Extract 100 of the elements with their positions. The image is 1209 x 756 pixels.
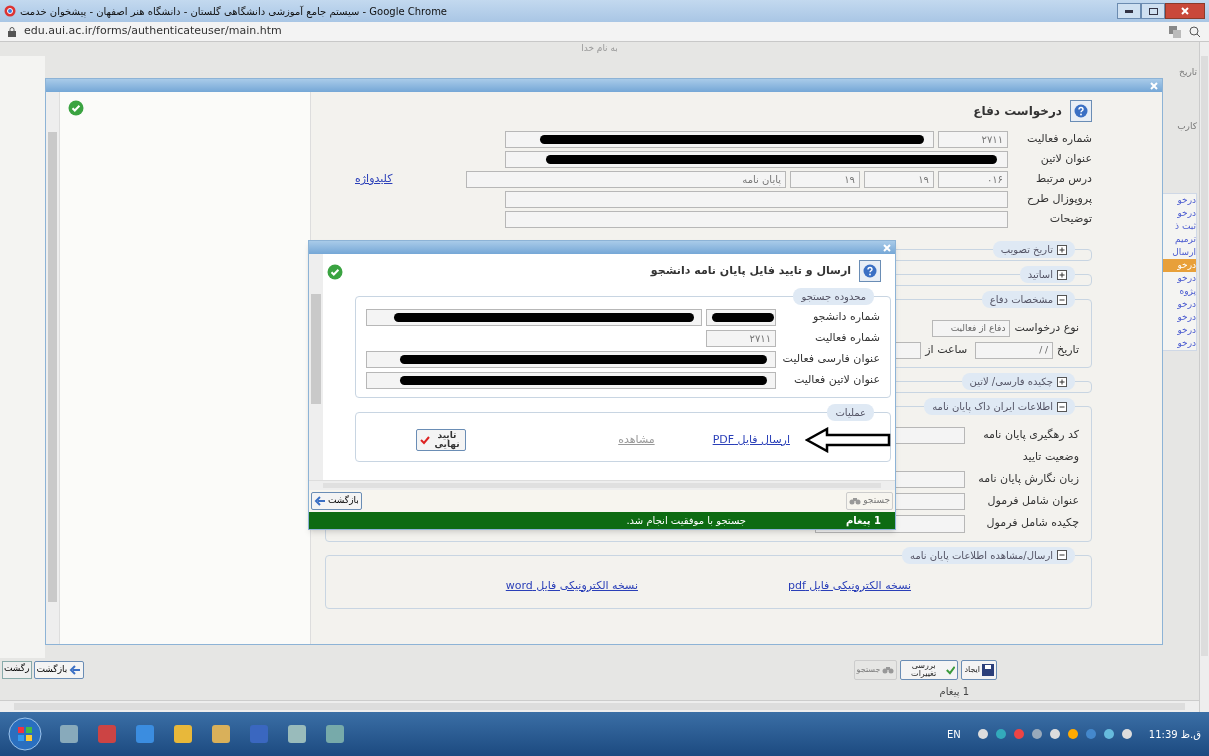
collapse-icon[interactable] bbox=[1057, 550, 1067, 560]
input-field[interactable]: دفاع از فعالیت bbox=[932, 320, 1011, 337]
field-label: عنوان لاتین فعالیت bbox=[792, 372, 880, 389]
section-title[interactable]: چکیده فارسی/ لاتین bbox=[969, 374, 1053, 389]
minimize-icon bbox=[1125, 9, 1133, 13]
section-title: عملیات bbox=[835, 406, 866, 420]
taskbar-app-icon[interactable] bbox=[210, 723, 232, 745]
page-header: به نام خدا bbox=[581, 42, 618, 56]
upload-pdf-link[interactable]: ارسال فایل PDF bbox=[712, 431, 790, 449]
collapse-icon[interactable] bbox=[1057, 401, 1067, 412]
expand-icon[interactable] bbox=[1057, 269, 1067, 280]
minimize-button[interactable] bbox=[1117, 3, 1141, 19]
close-button[interactable] bbox=[1165, 3, 1205, 19]
taskbar-app-icon[interactable] bbox=[58, 723, 80, 745]
binoculars-icon bbox=[882, 665, 895, 675]
window-title: سیستم جامع آموزشی دانشگاهی گلستان - دانشگاه هنر اصفهان - پیشخوان خدمت - Google Chrome bbox=[20, 4, 448, 19]
tray-icon[interactable] bbox=[1102, 728, 1115, 740]
help-icon[interactable] bbox=[1070, 100, 1092, 122]
close-icon[interactable] bbox=[1150, 81, 1158, 90]
field-label: توضیحات bbox=[1048, 211, 1092, 228]
message-count: 1 پیغام bbox=[939, 684, 969, 699]
field-label: چکیده شامل فرمول bbox=[985, 515, 1079, 532]
back-arrow-icon bbox=[69, 664, 82, 676]
url-text[interactable]: edu.aui.ac.ir/forms/authenticateuser/main.htm bbox=[24, 23, 282, 40]
expand-icon[interactable] bbox=[1057, 244, 1067, 255]
field-label: شماره فعالیت bbox=[814, 330, 880, 347]
input-field[interactable]: / / bbox=[975, 342, 1054, 359]
clock[interactable]: 11:39 ق.ظ bbox=[1148, 726, 1201, 742]
section-title: محدوده جستجو bbox=[801, 290, 866, 304]
dialog-heading: ارسال و تایید فایل پایان نامه دانشجو bbox=[650, 262, 851, 279]
message-count: 1 پیغام bbox=[846, 514, 881, 528]
section-title[interactable]: اساتید bbox=[1027, 267, 1053, 282]
success-check-icon bbox=[327, 264, 343, 280]
input-field[interactable] bbox=[706, 309, 776, 326]
side-label: تاریخ bbox=[1178, 66, 1197, 79]
taskbar-app-icon[interactable] bbox=[172, 723, 194, 745]
back-arrow-icon bbox=[314, 495, 326, 507]
start-button-icon[interactable] bbox=[8, 717, 42, 751]
field-label: عنوان فارسی فعالیت bbox=[781, 351, 880, 368]
field-label: ساعت از bbox=[925, 342, 968, 359]
close-icon[interactable] bbox=[883, 243, 891, 252]
field-label: عنوان لاتین bbox=[1039, 151, 1092, 168]
input-field[interactable]: ۰۱۶ bbox=[938, 171, 1008, 188]
tray-icon[interactable] bbox=[994, 728, 1007, 740]
field-label: نوع درخواست bbox=[1014, 320, 1079, 337]
tray-icon[interactable] bbox=[1048, 728, 1061, 740]
input-field[interactable] bbox=[505, 131, 934, 148]
language-indicator[interactable]: EN bbox=[947, 726, 961, 742]
collapse-icon[interactable] bbox=[1057, 294, 1067, 305]
expand-icon[interactable] bbox=[1057, 376, 1067, 387]
field-label: پروپوزال طرح bbox=[1026, 191, 1092, 208]
input-field[interactable]: ۲۷۱۱ bbox=[938, 131, 1008, 148]
side-label: کارب bbox=[1176, 119, 1197, 133]
keyword-link[interactable]: کلیدواژه bbox=[355, 171, 393, 188]
tray-icon[interactable] bbox=[1120, 728, 1133, 740]
dialog-heading: درخواست دفاع bbox=[973, 103, 1062, 120]
back-button[interactable]: بازگشت bbox=[311, 492, 362, 510]
checkmark-icon bbox=[945, 664, 956, 676]
maximize-button[interactable] bbox=[1141, 3, 1165, 19]
input-field[interactable] bbox=[366, 372, 776, 389]
taskbar-app-icon[interactable] bbox=[286, 723, 308, 745]
input-field[interactable] bbox=[505, 191, 1008, 208]
section-title[interactable]: تاریخ تصویب bbox=[1000, 242, 1053, 257]
field-label: شماره فعالیت bbox=[1026, 131, 1092, 148]
toolbar-button[interactable]: بررسی تغییرات bbox=[900, 660, 959, 680]
taskbar-app-icon[interactable] bbox=[324, 723, 346, 745]
input-field[interactable]: ۱۹ bbox=[864, 171, 934, 188]
tray-icon[interactable] bbox=[1066, 728, 1079, 740]
checkmark-icon bbox=[420, 435, 430, 445]
file-link[interactable]: نسخه الکترونیکی فایل word bbox=[505, 577, 638, 594]
field-label: عنوان شامل فرمول bbox=[986, 492, 1079, 509]
scrollbar[interactable] bbox=[311, 294, 321, 404]
input-field[interactable] bbox=[505, 151, 1008, 168]
toolbar-button[interactable]: ایجاد bbox=[961, 660, 997, 680]
tray-icon[interactable] bbox=[1030, 728, 1043, 740]
input-field[interactable] bbox=[505, 211, 1008, 228]
section-title[interactable]: مشخصات دفاع bbox=[989, 292, 1053, 307]
field-label: کد رهگیری پایان نامه bbox=[982, 427, 1079, 444]
input-field[interactable] bbox=[366, 309, 702, 326]
maximize-icon bbox=[1148, 7, 1158, 15]
confirm-button[interactable]: تایید نهایی bbox=[416, 429, 466, 451]
input-field[interactable]: ۱۹ bbox=[790, 171, 860, 188]
back-button[interactable]: بازگشت bbox=[33, 661, 85, 679]
input-field[interactable] bbox=[366, 351, 776, 368]
tray-icon[interactable] bbox=[976, 728, 989, 740]
section-title[interactable]: ارسال/مشاهده اطلاعات پایان نامه bbox=[910, 547, 1053, 563]
close-icon bbox=[1181, 7, 1189, 15]
input-field[interactable]: ۲۷۱۱ bbox=[706, 330, 776, 347]
section-title[interactable]: اطلاعات ایران داک پایان نامه bbox=[932, 399, 1053, 414]
zoom-icon[interactable] bbox=[1189, 25, 1201, 38]
scrollbar[interactable] bbox=[1201, 56, 1208, 656]
translate-icon[interactable] bbox=[1169, 25, 1181, 38]
field-label: درس مرتبط bbox=[1035, 171, 1092, 188]
help-icon[interactable] bbox=[859, 260, 881, 282]
taskbar-app-icon[interactable] bbox=[134, 723, 156, 745]
file-link[interactable]: نسخه الکترونیکی فایل pdf bbox=[788, 577, 911, 594]
back-button[interactable]: رگشت bbox=[2, 661, 32, 679]
scrollbar[interactable] bbox=[48, 132, 57, 602]
redaction-mark bbox=[712, 313, 774, 322]
input-field[interactable]: پایان نامه bbox=[466, 171, 786, 188]
